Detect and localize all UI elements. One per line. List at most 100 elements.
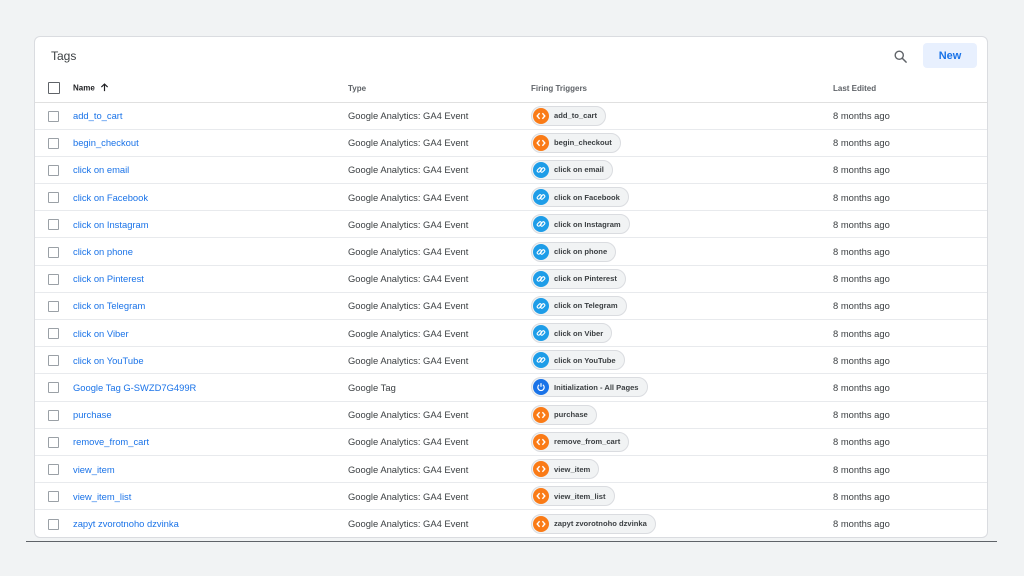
row-checkbox[interactable] xyxy=(48,137,59,149)
row-checkbox-cell xyxy=(35,102,73,130)
row-checkbox[interactable] xyxy=(48,328,59,340)
new-button[interactable]: New xyxy=(923,43,977,68)
tag-name-cell: click on Facebook xyxy=(73,183,348,212)
trigger-chip[interactable]: add_to_cart xyxy=(531,105,607,126)
code-brackets-icon xyxy=(533,515,549,532)
link-icon xyxy=(533,352,549,369)
trigger-chip[interactable]: click on Viber xyxy=(531,323,613,344)
tag-name-link[interactable]: add_to_cart xyxy=(73,110,123,121)
trigger-chip-label: click on Viber xyxy=(554,328,604,338)
last-edited: 8 months ago xyxy=(833,265,987,293)
row-checkbox[interactable] xyxy=(48,436,59,448)
tag-type: Google Analytics: GA4 Event xyxy=(348,210,531,239)
code-brackets-icon xyxy=(533,134,549,151)
trigger-chip-label: remove_from_cart xyxy=(554,437,621,447)
firing-trigger-cell: click on Facebook xyxy=(531,183,833,212)
tag-name-link[interactable]: click on Telegram xyxy=(73,300,145,311)
divider xyxy=(26,541,997,542)
tag-name-link[interactable]: remove_from_cart xyxy=(73,436,149,447)
trigger-chip[interactable]: click on Instagram xyxy=(531,214,630,235)
tag-name-cell: click on YouTube xyxy=(73,346,348,375)
trigger-chip-label: click on Telegram xyxy=(554,301,618,311)
tag-name-link[interactable]: begin_checkout xyxy=(73,137,139,148)
row-checkbox-cell xyxy=(35,129,73,157)
table-row: click on Telegram Google Analytics: GA4 … xyxy=(35,292,987,321)
tag-name-cell: purchase xyxy=(73,401,348,429)
row-checkbox[interactable] xyxy=(48,382,59,394)
trigger-chip[interactable]: zapyt zvorotnoho dzvinka xyxy=(531,513,656,534)
trigger-chip[interactable]: begin_checkout xyxy=(531,132,621,153)
table-row: click on email Google Analytics: GA4 Eve… xyxy=(35,156,987,185)
tag-name-link[interactable]: click on email xyxy=(73,164,129,175)
row-checkbox[interactable] xyxy=(48,518,59,530)
tag-name-cell: begin_checkout xyxy=(73,129,348,157)
tag-name-cell: remove_from_cart xyxy=(73,428,348,456)
trigger-chip[interactable]: purchase xyxy=(531,404,597,425)
trigger-chip[interactable]: view_item xyxy=(531,459,600,480)
firing-trigger-cell: click on Instagram xyxy=(531,210,833,239)
row-checkbox[interactable] xyxy=(48,192,59,204)
table-row: purchase Google Analytics: GA4 Event pur… xyxy=(35,401,987,429)
trigger-chip-label: begin_checkout xyxy=(554,138,612,148)
search-icon[interactable] xyxy=(889,45,911,67)
trigger-chip-label: click on YouTube xyxy=(554,355,616,365)
trigger-chip[interactable]: click on email xyxy=(531,159,613,180)
trigger-chip[interactable]: click on phone xyxy=(531,241,617,262)
link-icon xyxy=(533,243,549,260)
tag-name-link[interactable]: click on Instagram xyxy=(73,219,149,230)
trigger-chip[interactable]: click on Pinterest xyxy=(531,268,626,289)
table-row: click on Pinterest Google Analytics: GA4… xyxy=(35,265,987,293)
row-checkbox[interactable] xyxy=(48,355,59,367)
header-checkbox-cell xyxy=(35,75,73,103)
firing-trigger-cell: purchase xyxy=(531,401,833,429)
firing-trigger-cell: begin_checkout xyxy=(531,129,833,157)
row-checkbox[interactable] xyxy=(48,164,59,176)
tag-name-link[interactable]: click on Viber xyxy=(73,328,129,339)
tag-name-link[interactable]: click on Facebook xyxy=(73,192,148,203)
trigger-chip-label: purchase xyxy=(554,410,588,420)
trigger-chip[interactable]: click on Facebook xyxy=(531,187,629,208)
sort-arrow-up-icon[interactable] xyxy=(100,83,109,94)
last-edited: 8 months ago xyxy=(833,346,987,375)
tag-name-link[interactable]: click on YouTube xyxy=(73,355,144,366)
row-checkbox-cell xyxy=(35,455,73,484)
row-checkbox[interactable] xyxy=(48,219,59,231)
select-all-checkbox[interactable] xyxy=(48,82,60,95)
trigger-chip[interactable]: view_item_list xyxy=(531,486,615,507)
row-checkbox[interactable] xyxy=(48,464,59,476)
tag-name-cell: Google Tag G-SWZD7G499R xyxy=(73,373,348,402)
row-checkbox[interactable] xyxy=(48,300,59,312)
tag-type: Google Analytics: GA4 Event xyxy=(348,455,531,484)
tag-name-link[interactable]: click on Pinterest xyxy=(73,273,144,284)
last-edited: 8 months ago xyxy=(833,455,987,484)
last-edited: 8 months ago xyxy=(833,319,987,348)
trigger-chip[interactable]: Initialization - All Pages xyxy=(531,377,648,398)
row-checkbox[interactable] xyxy=(48,110,59,122)
tag-name-link[interactable]: view_item xyxy=(73,464,115,475)
table-row: remove_from_cart Google Analytics: GA4 E… xyxy=(35,428,987,456)
row-checkbox[interactable] xyxy=(48,273,59,285)
tag-name-cell: click on Instagram xyxy=(73,210,348,239)
trigger-chip-label: view_item_list xyxy=(554,491,606,501)
tag-name-link[interactable]: purchase xyxy=(73,409,112,420)
row-checkbox[interactable] xyxy=(48,246,59,258)
tag-name-link[interactable]: zapyt zvorotnoho dzvinka xyxy=(73,518,179,529)
table-row: click on phone Google Analytics: GA4 Eve… xyxy=(35,237,987,266)
tag-name-link[interactable]: click on phone xyxy=(73,246,133,257)
tag-name-cell: view_item xyxy=(73,455,348,484)
tag-name-cell: click on email xyxy=(73,156,348,185)
trigger-chip[interactable]: click on YouTube xyxy=(531,350,625,371)
firing-trigger-cell: click on Pinterest xyxy=(531,265,833,293)
column-header-name[interactable]: Name xyxy=(73,75,348,103)
link-icon xyxy=(533,189,549,206)
trigger-chip[interactable]: click on Telegram xyxy=(531,295,627,316)
row-checkbox-cell xyxy=(35,292,73,321)
tag-name-link[interactable]: Google Tag G-SWZD7G499R xyxy=(73,382,196,393)
trigger-chip[interactable]: remove_from_cart xyxy=(531,431,630,452)
row-checkbox-cell xyxy=(35,482,73,511)
row-checkbox[interactable] xyxy=(48,491,59,503)
row-checkbox-cell xyxy=(35,319,73,348)
tag-name-link[interactable]: view_item_list xyxy=(73,491,131,502)
last-edited: 8 months ago xyxy=(833,518,890,530)
row-checkbox[interactable] xyxy=(48,409,59,421)
